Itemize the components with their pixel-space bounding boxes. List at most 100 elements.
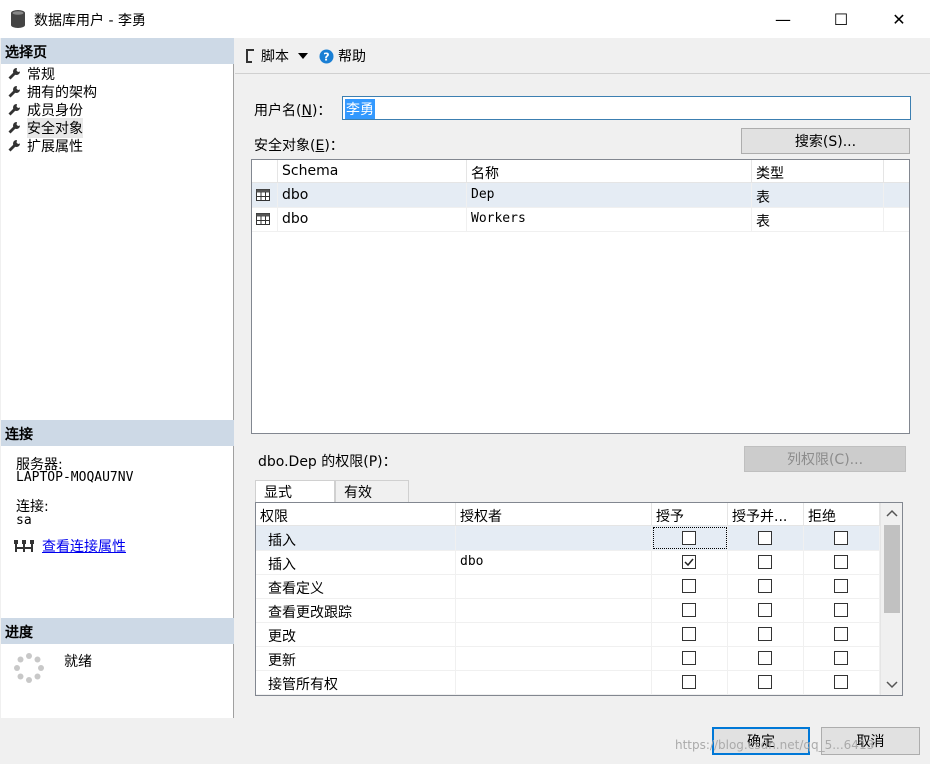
- with-grant-checkbox[interactable]: [758, 651, 772, 665]
- permissions-header: 权限 授权者 授予 授予并... 拒绝: [256, 503, 902, 526]
- maximize-button[interactable]: ☐: [812, 0, 870, 38]
- permission-row[interactable]: 插入: [256, 526, 880, 551]
- wrench-icon: [8, 104, 20, 116]
- grant-cell: [652, 574, 728, 598]
- close-button[interactable]: ✕: [870, 0, 928, 38]
- wrench-icon: [8, 122, 20, 134]
- username-input[interactable]: 李勇: [342, 96, 911, 120]
- permissions-scrollbar[interactable]: [880, 503, 902, 695]
- col-grant[interactable]: 授予: [652, 503, 728, 525]
- nav-item[interactable]: 成员身份: [7, 101, 83, 119]
- permissions-tabs: 显式 有效: [255, 480, 409, 503]
- deny-checkbox[interactable]: [834, 555, 848, 569]
- wrench-icon: [8, 68, 20, 80]
- permission-row[interactable]: 查看更改跟踪: [256, 598, 880, 623]
- securable-row[interactable]: dbo Workers 表: [252, 207, 909, 232]
- scroll-up-icon[interactable]: [886, 509, 898, 517]
- grant-cell: [652, 646, 728, 670]
- grant-checkbox[interactable]: [682, 555, 696, 569]
- grant-cell: [652, 598, 728, 622]
- col-type[interactable]: 类型: [752, 160, 884, 182]
- grant-cell: [652, 670, 728, 694]
- col-deny[interactable]: 拒绝: [804, 503, 880, 525]
- permission-row[interactable]: 查看定义: [256, 574, 880, 599]
- header-rowicon: [252, 160, 278, 182]
- tab-effective[interactable]: 有效: [335, 480, 409, 503]
- permission-row[interactable]: 更新: [256, 646, 880, 671]
- close-icon: ✕: [892, 9, 906, 29]
- with-grant-cell: [728, 550, 804, 574]
- grant-cell: [652, 622, 728, 646]
- deny-checkbox[interactable]: [834, 531, 848, 545]
- cell-permission: 更改: [256, 622, 456, 646]
- securables-grid: Schema 名称 类型 dbo Dep 表 dbo Workers 表: [251, 159, 910, 434]
- cell-name: Workers: [467, 207, 752, 231]
- with-grant-cell: [728, 670, 804, 694]
- grant-checkbox[interactable]: [682, 627, 696, 641]
- select-page-header: 选择页: [1, 38, 234, 64]
- main-panel: 用户名(N)： 李勇 安全对象(E)： 搜索(S)... Schema 名称 类…: [235, 74, 930, 755]
- with-grant-checkbox[interactable]: [758, 603, 772, 617]
- nav-item[interactable]: 常规: [7, 65, 55, 83]
- nav-item[interactable]: 安全对象: [7, 118, 83, 138]
- cell-grantor: dbo: [456, 550, 652, 574]
- with-grant-checkbox[interactable]: [758, 531, 772, 545]
- cell-permission: 插入: [256, 550, 456, 574]
- with-grant-checkbox[interactable]: [758, 555, 772, 569]
- permission-row[interactable]: 插入 dbo: [256, 550, 880, 575]
- deny-cell: [804, 550, 880, 574]
- with-grant-checkbox[interactable]: [758, 627, 772, 641]
- with-grant-checkbox[interactable]: [758, 675, 772, 689]
- grant-checkbox[interactable]: [682, 675, 696, 689]
- nav-item[interactable]: 拥有的架构: [7, 83, 97, 101]
- grant-checkbox[interactable]: [682, 531, 696, 545]
- scroll-thumb[interactable]: [884, 525, 900, 613]
- script-button[interactable]: 脚本: [243, 46, 309, 66]
- spinner-icon: [14, 653, 44, 683]
- cell-permission: 查看更改跟踪: [256, 598, 456, 622]
- col-grantor[interactable]: 授权者: [456, 503, 652, 525]
- table-icon: [256, 189, 270, 201]
- cell-type: 表: [752, 207, 884, 231]
- wrench-icon: [8, 86, 20, 98]
- col-name[interactable]: 名称: [467, 160, 752, 182]
- permission-row[interactable]: 接管所有权: [256, 670, 880, 695]
- deny-checkbox[interactable]: [834, 651, 848, 665]
- help-button[interactable]: ? 帮助: [319, 46, 366, 66]
- deny-checkbox[interactable]: [834, 675, 848, 689]
- view-connection-properties-link[interactable]: 查看连接属性: [42, 536, 126, 556]
- watermark: https://blog.csdn.net/qq_5...6413: [675, 738, 875, 752]
- with-grant-cell: [728, 646, 804, 670]
- deny-checkbox[interactable]: [834, 627, 848, 641]
- cell-grantor: [456, 622, 652, 646]
- scroll-down-icon[interactable]: [886, 681, 898, 689]
- connection-value: sa: [16, 513, 32, 528]
- minimize-button[interactable]: —: [754, 0, 812, 38]
- row-icon-cell: [252, 207, 278, 231]
- cell-type: 表: [752, 183, 884, 207]
- grant-checkbox[interactable]: [682, 579, 696, 593]
- tab-explicit[interactable]: 显式: [255, 480, 335, 503]
- permission-row[interactable]: 更改: [256, 622, 880, 647]
- grant-checkbox[interactable]: [682, 603, 696, 617]
- col-schema[interactable]: Schema: [278, 160, 467, 182]
- chevron-down-icon[interactable]: [297, 51, 309, 61]
- cell-grantor: [456, 598, 652, 622]
- nav-item-label: 成员身份: [27, 103, 83, 119]
- help-label: 帮助: [338, 49, 366, 65]
- col-with-grant[interactable]: 授予并...: [728, 503, 804, 525]
- window-title: 数据库用户 - 李勇: [34, 13, 146, 29]
- col-permission[interactable]: 权限: [256, 503, 456, 525]
- deny-checkbox[interactable]: [834, 579, 848, 593]
- securable-row[interactable]: dbo Dep 表: [252, 183, 909, 208]
- search-button[interactable]: 搜索(S)...: [741, 128, 910, 154]
- nav-item[interactable]: 扩展属性: [7, 137, 83, 155]
- with-grant-checkbox[interactable]: [758, 579, 772, 593]
- username-value: 李勇: [345, 99, 375, 119]
- deny-checkbox[interactable]: [834, 603, 848, 617]
- progress-status: 就绪: [64, 654, 92, 670]
- deny-cell: [804, 598, 880, 622]
- grant-checkbox[interactable]: [682, 651, 696, 665]
- toolbar: 脚本 ? 帮助: [235, 38, 930, 74]
- column-permissions-button[interactable]: 列权限(C)...: [744, 446, 906, 472]
